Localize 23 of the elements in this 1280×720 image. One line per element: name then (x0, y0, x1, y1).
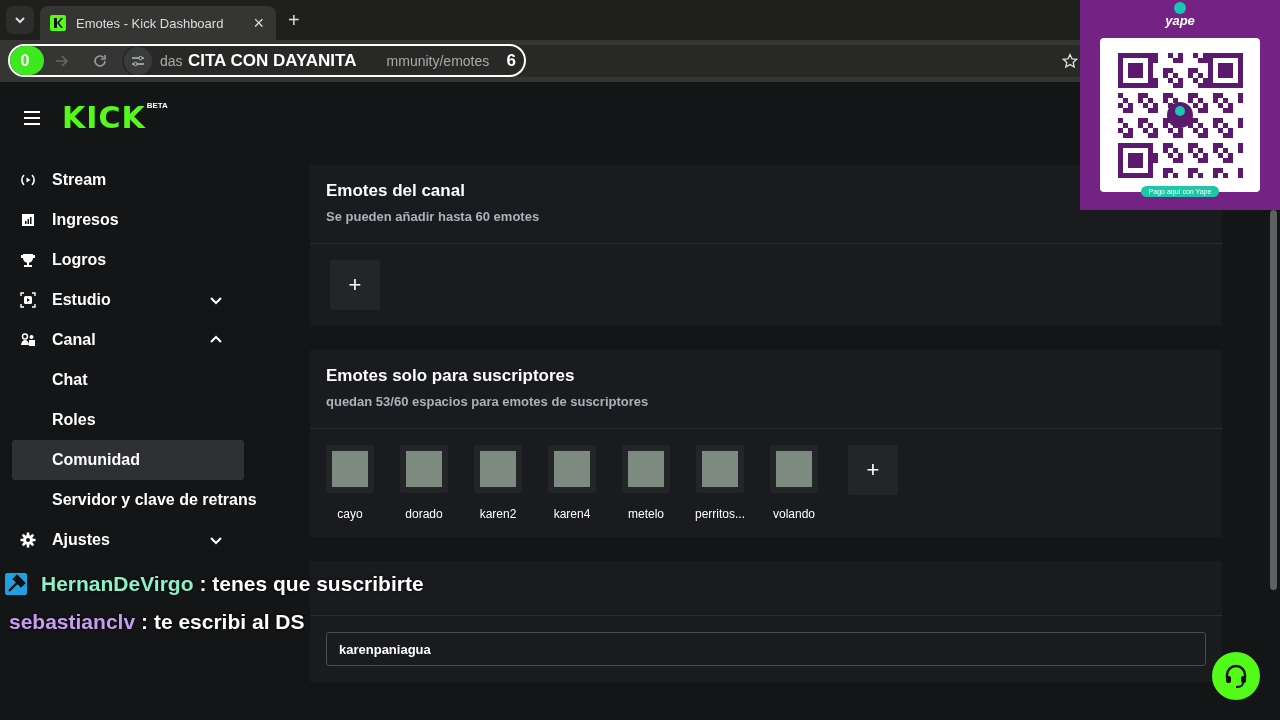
goal-title: CITA CON DAYANITA (188, 50, 357, 71)
chat-username: HernanDeVirgo (41, 572, 194, 596)
emote-name: perritos... (695, 507, 745, 521)
goal-current: 0 (19, 51, 31, 70)
emote-name: dorado (405, 507, 443, 521)
section-title: Emotes del canal (326, 181, 465, 201)
chat-username: sebastianclv (9, 610, 136, 634)
emote-name: volando (772, 507, 815, 521)
section-subtitle: quedan 53/60 espacios para emotes de suscriptores (326, 394, 649, 409)
url-text: mmunity/emotes (386, 53, 490, 69)
emote-name: cayo (337, 507, 363, 521)
chat-message: : tenes que suscribirte (199, 572, 424, 596)
goal-target: 6 (506, 50, 516, 71)
beta-label: BETA (146, 101, 168, 110)
url-text: das (160, 53, 183, 69)
emote-name: karen2 (479, 507, 517, 521)
section-title: Emotes solo para suscriptores (326, 366, 575, 386)
emote-name: metelo (628, 507, 664, 521)
yape-logo: yape (1165, 14, 1195, 28)
section-subtitle: Se pueden añadir hasta 60 emotes (326, 209, 540, 224)
emote-name: karen4 (553, 507, 591, 521)
chat-message: : te escribi al DS (141, 610, 305, 634)
tab-title: Emotes - Kick Dashboard (76, 15, 225, 31)
